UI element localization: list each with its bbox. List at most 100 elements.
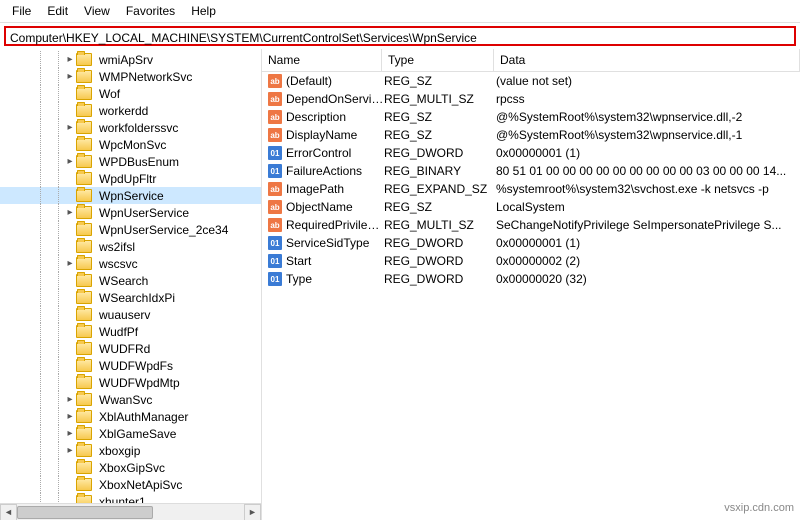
tree-caret-icon[interactable]: ▸ (64, 428, 76, 439)
value-row[interactable]: 01StartREG_DWORD0x00000002 (2) (262, 252, 800, 270)
tree-item-wpnuserservice_2ce34[interactable]: WpnUserService_2ce34 (0, 221, 261, 238)
tree-item-label: XboxGipSvc (96, 461, 168, 475)
binary-value-icon: 01 (266, 272, 284, 286)
menu-edit[interactable]: Edit (39, 2, 76, 20)
tree-item-label: XboxNetApiSvc (96, 478, 185, 492)
tree-item-wmiapsrv[interactable]: ▸ wmiApSrv (0, 51, 261, 68)
value-type: REG_SZ (384, 110, 496, 124)
tree-item-wof[interactable]: Wof (0, 85, 261, 102)
tree-caret-icon[interactable]: ▸ (64, 394, 76, 405)
tree-item-wpcmonsvc[interactable]: WpcMonSvc (0, 136, 261, 153)
tree-item-wwansvc[interactable]: ▸ WwanSvc (0, 391, 261, 408)
tree-item-wpdbusenum[interactable]: ▸WPDBusEnum (0, 153, 261, 170)
header-type[interactable]: Type (382, 49, 494, 71)
string-value-icon: ab (266, 200, 284, 214)
tree-item-wpdupfltr[interactable]: WpdUpFltr (0, 170, 261, 187)
tree-item-label: WudfPf (96, 325, 141, 339)
tree-item-wudfpf[interactable]: WudfPf (0, 323, 261, 340)
tree-item-wpnservice[interactable]: WpnService (0, 187, 261, 204)
value-row[interactable]: 01TypeREG_DWORD0x00000020 (32) (262, 270, 800, 288)
tree-item-wpnuserservice[interactable]: ▸WpnUserService (0, 204, 261, 221)
value-row[interactable]: abDescriptionREG_SZ@%SystemRoot%\system3… (262, 108, 800, 126)
tree-item-label: WUDFWpdFs (96, 359, 176, 373)
tree-caret-icon[interactable]: ▸ (64, 258, 76, 269)
value-row[interactable]: abDisplayNameREG_SZ@%SystemRoot%\system3… (262, 126, 800, 144)
folder-icon (76, 240, 92, 253)
value-row[interactable]: ab(Default)REG_SZ(value not set) (262, 72, 800, 90)
tree-item-label: wuauserv (96, 308, 153, 322)
address-bar[interactable]: Computer\HKEY_LOCAL_MACHINE\SYSTEM\Curre… (4, 26, 796, 46)
tree-item-xblgamesave[interactable]: ▸XblGameSave (0, 425, 261, 442)
menu-view[interactable]: View (76, 2, 118, 20)
tree-item-wscsvc[interactable]: ▸wscsvc (0, 255, 261, 272)
tree-hscrollbar[interactable]: ◄ ► (0, 503, 261, 520)
value-row[interactable]: 01ServiceSidTypeREG_DWORD0x00000001 (1) (262, 234, 800, 252)
value-row[interactable]: abImagePathREG_EXPAND_SZ%systemroot%\sys… (262, 180, 800, 198)
string-value-icon: ab (266, 92, 284, 106)
value-row[interactable]: 01ErrorControlREG_DWORD0x00000001 (1) (262, 144, 800, 162)
value-row[interactable]: abRequiredPrivileg...REG_MULTI_SZSeChang… (262, 216, 800, 234)
tree-item-label: WMPNetworkSvc (96, 70, 195, 84)
tree-item-xboxgip[interactable]: ▸ xboxgip (0, 442, 261, 459)
value-data: 80 51 01 00 00 00 00 00 00 00 00 00 03 0… (496, 164, 800, 178)
tree-item-label: XblAuthManager (96, 410, 191, 424)
value-row[interactable]: 01FailureActionsREG_BINARY80 51 01 00 00… (262, 162, 800, 180)
tree-item-label: xboxgip (96, 444, 143, 458)
tree-item-wudfrd[interactable]: WUDFRd (0, 340, 261, 357)
tree-caret-icon[interactable]: ▸ (64, 54, 76, 65)
menu-help[interactable]: Help (183, 2, 224, 20)
tree-item-wmpnetworksvc[interactable]: ▸ WMPNetworkSvc (0, 68, 261, 85)
menu-file[interactable]: File (4, 2, 39, 20)
tree-item-xboxnetapisvc[interactable]: XboxNetApiSvc (0, 476, 261, 493)
binary-value-icon: 01 (266, 146, 284, 160)
tree-item-wudfwpdfs[interactable]: WUDFWpdFs (0, 357, 261, 374)
addressbar-container: Computer\HKEY_LOCAL_MACHINE\SYSTEM\Curre… (0, 23, 800, 49)
value-type: REG_DWORD (384, 146, 496, 160)
folder-icon (76, 291, 92, 304)
tree-item-xblauthmanager[interactable]: ▸ XblAuthManager (0, 408, 261, 425)
hscroll-track[interactable] (17, 504, 244, 521)
hscroll-left-button[interactable]: ◄ (0, 504, 17, 521)
binary-value-icon: 01 (266, 254, 284, 268)
value-row[interactable]: abDependOnServiceREG_MULTI_SZrpcss (262, 90, 800, 108)
tree-item-workfolderssvc[interactable]: ▸workfolderssvc (0, 119, 261, 136)
hscroll-right-button[interactable]: ► (244, 504, 261, 521)
header-data[interactable]: Data (494, 49, 800, 71)
value-name: FailureActions (284, 164, 384, 178)
folder-icon (76, 104, 92, 117)
tree-item-label: Wof (96, 87, 123, 101)
tree-item-ws2ifsl[interactable]: ws2ifsl (0, 238, 261, 255)
value-type: REG_MULTI_SZ (384, 218, 496, 232)
tree-caret-icon[interactable]: ▸ (64, 411, 76, 422)
string-value-icon: ab (266, 110, 284, 124)
tree-item-label: ws2ifsl (96, 240, 138, 254)
value-name: ServiceSidType (284, 236, 384, 250)
folder-icon (76, 393, 92, 406)
header-name[interactable]: Name (262, 49, 382, 71)
tree-item-wuauserv[interactable]: wuauserv (0, 306, 261, 323)
watermark: vsxip.cdn.com (724, 502, 794, 514)
menu-favorites[interactable]: Favorites (118, 2, 183, 20)
value-type: REG_DWORD (384, 236, 496, 250)
tree-item-wudfwpdmtp[interactable]: WUDFWpdMtp (0, 374, 261, 391)
value-row[interactable]: abObjectNameREG_SZLocalSystem (262, 198, 800, 216)
value-data: rpcss (496, 92, 800, 106)
main-split: ▸ wmiApSrv ▸ WMPNetworkSvc Wofworkerdd▸workf… (0, 49, 800, 520)
tree-item-label: WwanSvc (96, 393, 155, 407)
value-data: @%SystemRoot%\system32\wpnservice.dll,-2 (496, 110, 800, 124)
tree-item-wsearch[interactable]: WSearch (0, 272, 261, 289)
folder-icon (76, 223, 92, 236)
string-value-icon: ab (266, 182, 284, 196)
tree-caret-icon[interactable]: ▸ (64, 207, 76, 218)
value-name: Start (284, 254, 384, 268)
hscroll-thumb[interactable] (17, 506, 153, 519)
tree-item-wsearchidxpi[interactable]: WSearchIdxPi (0, 289, 261, 306)
folder-icon (76, 172, 92, 185)
tree-caret-icon[interactable]: ▸ (64, 122, 76, 133)
tree-caret-icon[interactable]: ▸ (64, 156, 76, 167)
tree-caret-icon[interactable]: ▸ (64, 445, 76, 456)
tree-caret-icon[interactable]: ▸ (64, 71, 76, 82)
tree-item-workerdd[interactable]: workerdd (0, 102, 261, 119)
tree-item-xboxgipsvc[interactable]: XboxGipSvc (0, 459, 261, 476)
tree-item-label: wmiApSrv (96, 53, 156, 67)
